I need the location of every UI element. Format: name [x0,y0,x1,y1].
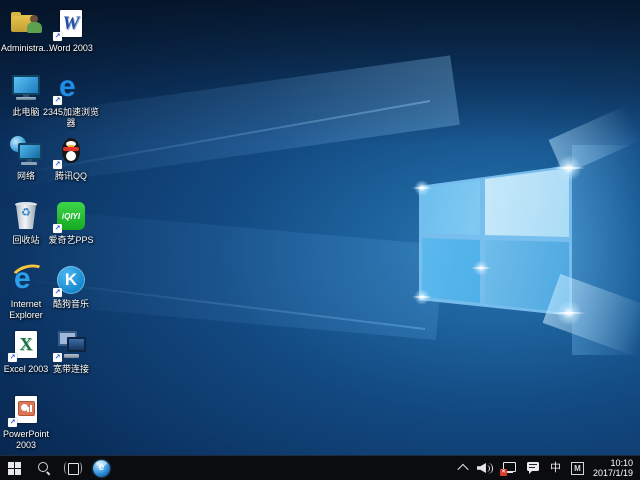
qq-penguin-icon [55,136,87,168]
ime-language-indicator: M [571,462,584,475]
desktop-icon-iqiyi-pps[interactable]: iQIYI 爱奇艺PPS [41,200,101,246]
user-folder-icon [10,8,42,40]
icon-label: PowerPoint 2003 [0,429,56,451]
recycle-bin-icon [10,200,42,232]
task-view-button[interactable] [58,456,87,480]
word-document-icon: W [55,8,87,40]
icon-label: 腾讯QQ [41,171,101,182]
message-bubble-icon [527,462,540,475]
lens-flare [473,260,489,276]
browser-e-icon: e [55,72,87,104]
system-tray: ✕ 中 M 10:10 2017/1/19 [456,456,640,480]
ime-mode-indicator: 中 [550,462,561,474]
clock-time: 10:10 [593,458,633,468]
messaging-button[interactable] [524,456,543,480]
icon-label: 爱奇艺PPS [41,235,101,246]
shortcut-arrow-icon [8,353,17,362]
task-view-icon [65,462,81,475]
network-status-button[interactable]: ✕ [499,456,520,480]
desktop-icon-2345-browser[interactable]: e 2345加速浏览器 [41,72,101,129]
taskbar-clock[interactable]: 10:10 2017/1/19 [591,458,637,478]
internet-explorer-icon: e [10,264,42,296]
broadband-connection-icon [55,329,87,361]
computer-monitor-icon [10,72,42,104]
windows-desktop-screen: Administra... 此电脑 网络 回收站 e Internet Expl… [0,0,640,480]
excel-document-icon: X [10,329,42,361]
desktop-icon-tencent-qq[interactable]: 腾讯QQ [41,136,101,182]
icon-label: 酷狗音乐 [41,299,101,310]
shortcut-arrow-icon [53,288,62,297]
shortcut-arrow-icon [53,32,62,41]
lens-flare [414,289,430,305]
lens-flare [414,180,430,196]
shortcut-arrow-icon [53,160,62,169]
search-icon [38,462,50,474]
ime-language-button[interactable]: M [568,456,587,480]
kugou-circle-icon: K [55,264,87,296]
clock-date: 2017/1/19 [593,468,633,478]
icon-label: 宽带连接 [41,364,101,375]
chevron-up-icon [457,464,468,475]
browser-taskbar-button[interactable]: e [87,456,116,480]
network-disconnected-icon: ✕ [502,462,517,475]
desktop-icon-broadband[interactable]: 宽带连接 [41,329,101,375]
powerpoint-document-icon [10,394,42,426]
start-button[interactable] [0,456,29,480]
search-button[interactable] [29,456,58,480]
browser-sphere-icon: e [93,460,110,477]
shortcut-arrow-icon [53,353,62,362]
lens-flare [556,300,582,326]
volume-button[interactable] [474,456,495,480]
lens-flare [556,155,582,181]
shortcut-arrow-icon [53,96,62,105]
windows-logo-icon [8,462,21,475]
light-ray [572,145,640,355]
network-globe-icon [10,136,42,168]
show-hidden-icons-button[interactable] [456,456,470,480]
taskbar: e ✕ 中 [0,455,640,480]
shortcut-arrow-icon [8,418,17,427]
desktop-icon-powerpoint-2003[interactable]: PowerPoint 2003 [0,394,56,451]
shortcut-arrow-icon [53,224,62,233]
ime-mode-button[interactable]: 中 [547,456,564,480]
desktop-icon-kugou-music[interactable]: K 酷狗音乐 [41,264,101,310]
icon-label: Word 2003 [41,43,101,54]
speaker-icon [477,462,492,474]
icon-label: 2345加速浏览器 [41,107,101,129]
desktop-icon-word-2003[interactable]: W Word 2003 [41,8,101,54]
iqiyi-tile-icon: iQIYI [55,200,87,232]
